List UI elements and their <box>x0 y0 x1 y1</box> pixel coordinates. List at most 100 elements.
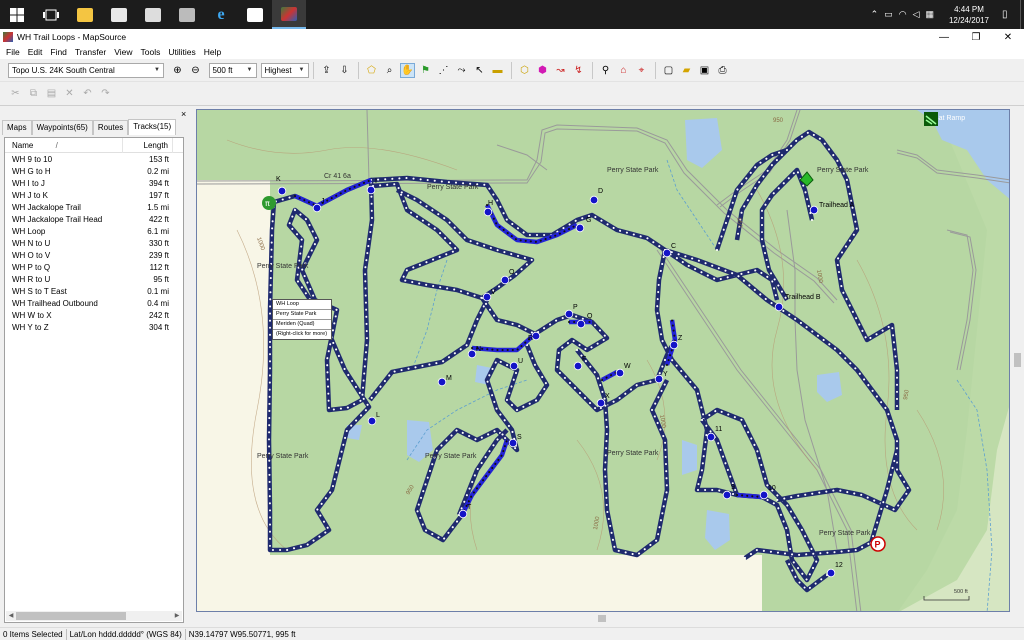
new-file-icon[interactable]: ▢ <box>661 63 676 78</box>
mapsource-taskbar-button[interactable] <box>272 0 306 29</box>
task-view-button[interactable] <box>34 0 68 29</box>
zoom-in-icon[interactable]: ⊕ <box>170 63 185 78</box>
waypoint-marker[interactable] <box>564 309 574 319</box>
parking-icon[interactable]: P <box>870 536 886 552</box>
map-select-icon[interactable]: ⬡ <box>517 63 532 78</box>
waypoint-marker[interactable] <box>467 349 477 359</box>
waypoint-marker[interactable] <box>576 319 586 329</box>
hand-tool-icon[interactable]: ✋ <box>400 62 415 78</box>
track-row[interactable]: WH N to U 330 ft <box>5 237 183 249</box>
map-horizontal-scrollbar[interactable] <box>196 612 1011 625</box>
menu-file[interactable]: File <box>2 47 24 57</box>
waypoint-marker[interactable] <box>482 292 492 302</box>
send-to-device-icon[interactable]: ⇪ <box>319 63 334 78</box>
track-row[interactable]: WH P to Q 112 ft <box>5 261 183 273</box>
map-product-select[interactable]: Topo U.S. 24K South Central ▼ <box>8 62 164 78</box>
close-button[interactable]: ✕ <box>992 29 1024 45</box>
copy-icon[interactable]: ⧉ <box>26 86 41 101</box>
receive-from-device-icon[interactable]: ⇩ <box>337 63 352 78</box>
selection-tool-icon[interactable]: ⬠ <box>364 63 379 78</box>
notification-icon[interactable]: ▯ <box>1002 9 1020 20</box>
track-row[interactable]: WH G to H 0.2 mi <box>5 165 183 177</box>
calculator-button[interactable] <box>170 0 204 29</box>
zoom-out-icon[interactable]: ⊖ <box>188 63 203 78</box>
menu-utilities[interactable]: Utilities <box>164 47 199 57</box>
waypoint-marker[interactable] <box>669 340 679 350</box>
file-explorer-button[interactable] <box>68 0 102 29</box>
close-panel-icon[interactable]: × <box>181 109 186 119</box>
waypoint-marker[interactable] <box>575 223 585 233</box>
track-row[interactable]: WH W to X 242 ft <box>5 309 183 321</box>
track-row[interactable]: WH Y to Z 304 ft <box>5 321 183 333</box>
track-properties-icon[interactable]: ↯ <box>571 63 586 78</box>
menu-find[interactable]: Find <box>46 47 71 57</box>
waypoint-marker[interactable] <box>596 398 606 408</box>
popup-item[interactable]: Perry State Park <box>273 310 331 320</box>
zoom-tool-icon[interactable]: ⌕ <box>382 63 397 78</box>
route-tool-icon[interactable]: ⋰ <box>436 63 451 78</box>
mail-button[interactable] <box>238 0 272 29</box>
waypoint-tool-icon[interactable]: ⚑ <box>418 63 433 78</box>
network-icon[interactable]: ▭ <box>884 9 893 20</box>
popup-item[interactable]: (Right-click for more) <box>273 330 331 339</box>
waypoint-marker[interactable] <box>367 416 377 426</box>
volume-icon[interactable]: ◁ <box>913 9 920 20</box>
waypoint-marker[interactable] <box>312 203 322 213</box>
tab-maps[interactable]: Maps <box>2 120 32 135</box>
tab-routes[interactable]: Routes <box>92 120 129 135</box>
track-row[interactable]: WH Trailhead Outbound 0.4 mi <box>5 297 183 309</box>
clock[interactable]: 4:44 PM 12/24/2017 <box>944 4 994 26</box>
measure-tool-icon[interactable]: ▬ <box>490 63 505 78</box>
undo-icon[interactable]: ↶ <box>80 86 95 101</box>
route-properties-icon[interactable]: ↝ <box>553 63 568 78</box>
find-icon[interactable]: ⚲ <box>598 63 613 78</box>
track-row[interactable]: WH J to K 197 ft <box>5 189 183 201</box>
waypoint-marker[interactable] <box>615 368 625 378</box>
print-icon[interactable]: ⎙ <box>715 63 730 78</box>
menu-edit[interactable]: Edit <box>24 47 47 57</box>
keyboard-icon[interactable]: ▦ <box>925 9 934 20</box>
menu-help[interactable]: Help <box>200 47 225 57</box>
waypoint-marker[interactable] <box>759 490 769 500</box>
chevron-up-icon[interactable]: ⌃ <box>871 9 879 20</box>
scroll-thumb[interactable] <box>16 612 126 620</box>
track-row[interactable]: WH R to U 95 ft <box>5 273 183 285</box>
waypoint-marker[interactable] <box>458 509 468 519</box>
waypoint-marker[interactable] <box>662 248 672 258</box>
column-name[interactable]: Name / <box>5 137 123 153</box>
ie-button[interactable]: e <box>204 0 238 29</box>
popup-item[interactable]: Meriden (Quad) <box>273 320 331 330</box>
paste-icon[interactable]: ▤ <box>44 86 59 101</box>
tab-waypoints[interactable]: Waypoints(65) <box>31 120 93 135</box>
waypoint-marker[interactable] <box>483 207 493 217</box>
delete-icon[interactable]: ✕ <box>62 86 77 101</box>
tab-tracks[interactable]: Tracks(15) <box>128 119 177 135</box>
track-row[interactable]: WH 9 to 10 153 ft <box>5 153 183 165</box>
open-file-icon[interactable]: ▰ <box>679 63 694 78</box>
track-tool-icon[interactable]: ⤳ <box>454 63 469 78</box>
waypoint-marker[interactable] <box>500 275 510 285</box>
waypoint-marker[interactable] <box>366 185 376 195</box>
show-desktop-button[interactable] <box>1020 0 1024 29</box>
menu-tools[interactable]: Tools <box>137 47 165 57</box>
waypoint-marker[interactable] <box>826 568 836 578</box>
scroll-thumb[interactable] <box>598 615 606 622</box>
map-vertical-scrollbar[interactable] <box>1011 107 1024 614</box>
menu-transfer[interactable]: Transfer <box>71 47 110 57</box>
track-row[interactable]: WH O to V 239 ft <box>5 249 183 261</box>
waypoint-marker[interactable] <box>508 438 518 448</box>
map-canvas[interactable]: K J I H G D C O V P Q R N U M L F W Y Z X S T 11 9 10 12 Perry Sta… <box>197 110 1010 612</box>
find-places-icon[interactable]: ⌂ <box>616 63 631 78</box>
scroll-thumb[interactable] <box>1014 353 1021 367</box>
picnic-area-icon[interactable]: π <box>262 196 276 210</box>
waypoint-marker[interactable] <box>589 195 599 205</box>
photos-button[interactable] <box>136 0 170 29</box>
column-length[interactable]: Length <box>123 137 173 153</box>
map-info-popup[interactable]: WH Loop Perry State Park Meriden (Quad) … <box>272 299 332 340</box>
trailhead-waypoint-marker[interactable] <box>774 302 784 312</box>
track-row[interactable]: WH Jackalope Trail Head 422 ft <box>5 213 183 225</box>
redo-icon[interactable]: ↷ <box>98 86 113 101</box>
menu-view[interactable]: View <box>110 47 136 57</box>
track-row[interactable]: WH S to T East 0.1 mi <box>5 285 183 297</box>
waypoint-marker[interactable] <box>437 377 447 387</box>
